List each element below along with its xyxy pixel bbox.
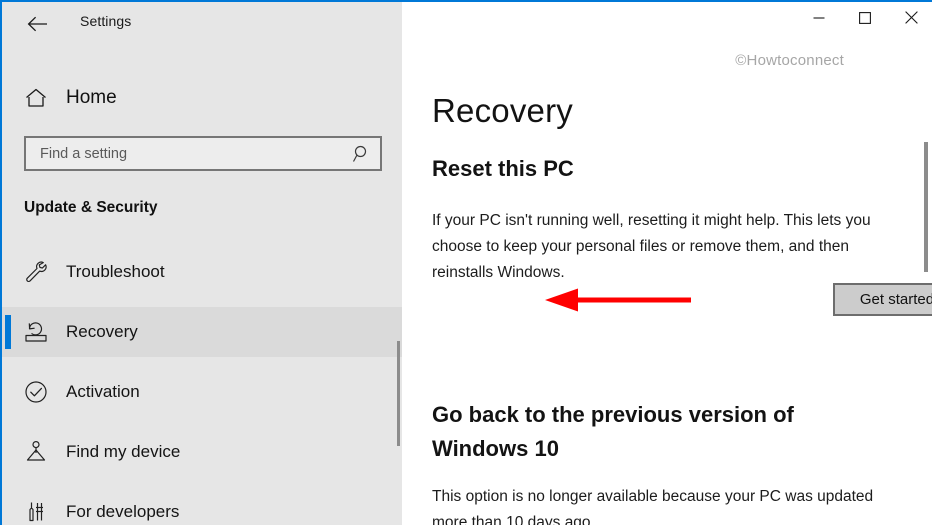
wrench-icon xyxy=(16,259,56,285)
maximize-button[interactable] xyxy=(842,2,888,33)
sidebar-titlebar: Settings xyxy=(2,2,402,46)
sidebar-item-for-developers-label: For developers xyxy=(66,502,180,521)
sidebar-item-activation[interactable]: Activation xyxy=(2,367,402,417)
settings-window: Settings Home Update & Security xyxy=(0,0,932,525)
search-input[interactable] xyxy=(26,138,344,169)
maximize-icon xyxy=(859,11,871,24)
search-box[interactable] xyxy=(24,136,382,171)
search-icon[interactable] xyxy=(344,144,380,164)
sidebar-item-troubleshoot-label: Troubleshoot xyxy=(66,262,165,281)
go-back-description: This option is no longer available becau… xyxy=(432,487,874,525)
recovery-icon xyxy=(16,320,56,344)
home-icon xyxy=(16,87,56,109)
watermark: ©Howtoconnect xyxy=(735,52,844,69)
location-pin-icon xyxy=(16,439,56,465)
app-title: Settings xyxy=(80,13,132,29)
sidebar-item-find-my-device-label: Find my device xyxy=(66,442,181,461)
minimize-button[interactable] xyxy=(796,2,842,33)
developer-tools-icon xyxy=(16,499,56,525)
sidebar-item-find-my-device[interactable]: Find my device xyxy=(2,427,402,477)
content-scrollbar-thumb[interactable] xyxy=(924,142,928,272)
sidebar-scrollbar-thumb[interactable] xyxy=(397,341,400,446)
window-controls xyxy=(796,2,932,33)
content-pane: ©Howtoconnect Recovery Reset this PC If … xyxy=(402,2,932,525)
get-started-button[interactable]: Get started xyxy=(833,283,932,316)
sidebar-item-home-label: Home xyxy=(66,87,117,108)
reset-this-pc-heading: Reset this PC xyxy=(432,156,574,182)
back-arrow-icon xyxy=(27,16,49,32)
navigation-pane: Settings Home Update & Security xyxy=(2,2,402,525)
reset-this-pc-description: If your PC isn't running well, resetting… xyxy=(432,211,871,281)
sidebar-item-home[interactable]: Home xyxy=(2,78,402,118)
close-button[interactable] xyxy=(888,2,932,33)
sidebar-scrollbar[interactable] xyxy=(395,283,402,525)
selection-indicator xyxy=(5,315,11,349)
sidebar-item-activation-label: Activation xyxy=(66,382,140,401)
minimize-icon xyxy=(813,12,825,24)
go-back-heading: Go back to the previous version of Windo… xyxy=(432,402,794,462)
sidebar-item-troubleshoot[interactable]: Troubleshoot xyxy=(2,247,402,297)
sidebar-item-recovery-label: Recovery xyxy=(66,322,138,341)
back-button[interactable] xyxy=(18,8,58,40)
close-icon xyxy=(904,11,918,24)
sidebar-item-for-developers[interactable]: For developers xyxy=(2,487,402,525)
section-heading: Update & Security xyxy=(24,199,158,216)
sidebar-item-recovery[interactable]: Recovery xyxy=(2,307,402,357)
check-circle-icon xyxy=(16,379,56,405)
page-title: Recovery xyxy=(432,92,573,130)
content-scrollbar[interactable] xyxy=(922,42,931,525)
